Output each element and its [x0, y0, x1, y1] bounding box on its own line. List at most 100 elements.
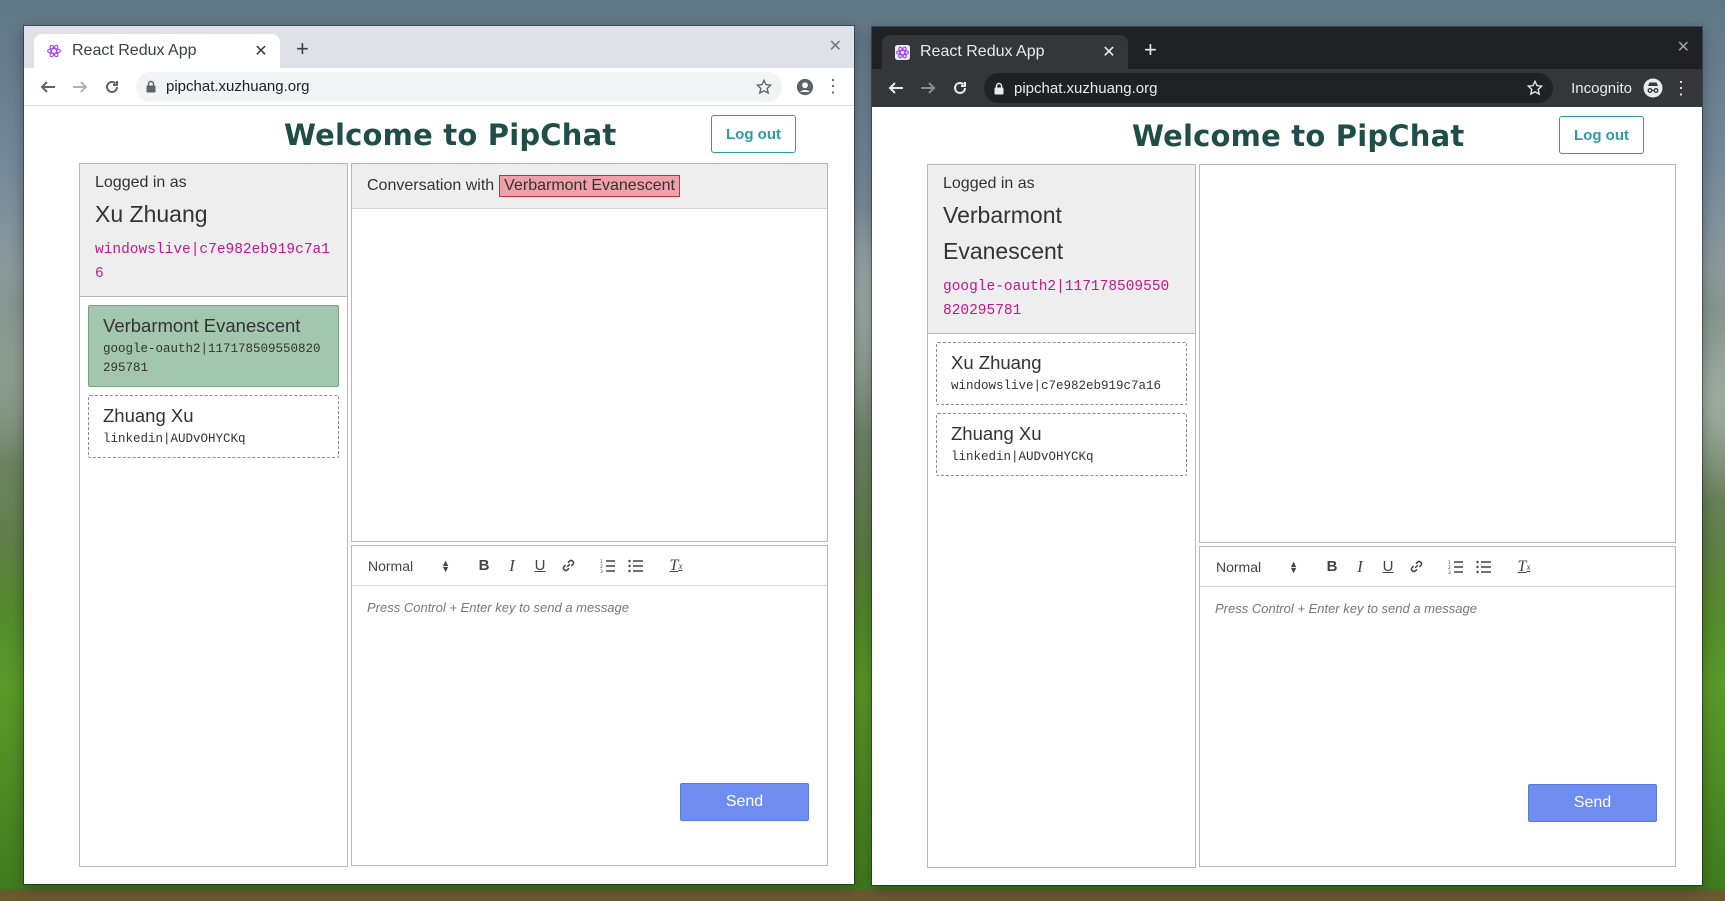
editor-placeholder: Press Control + Enter key to send a mess…: [1215, 601, 1477, 616]
clear-format-icon[interactable]: Tx: [1510, 555, 1538, 579]
contact-name: Verbarmont Evanescent: [103, 315, 301, 336]
tab-title: React Redux App: [920, 43, 1045, 60]
desktop-bottom-strip: [0, 889, 1725, 901]
link-icon[interactable]: [554, 554, 582, 578]
menu-dots-icon[interactable]: ⋮: [1668, 73, 1694, 103]
underline-icon[interactable]: U: [1374, 555, 1402, 579]
current-user-id: google-oauth2|117178509550820295781: [943, 279, 1170, 319]
contact-id: windowslive|c7e982eb919c7a16: [951, 379, 1162, 393]
incognito-label: Incognito: [1571, 79, 1632, 97]
window-close-icon[interactable]: ✕: [829, 36, 842, 56]
editor-body[interactable]: Press Control + Enter key to send a mess…: [1200, 587, 1675, 866]
tab-title: React Redux App: [72, 42, 197, 59]
page-content: Welcome to PipChat Log out Logged in as …: [24, 106, 854, 884]
conversation-panel: [1199, 164, 1676, 543]
sidebar: Logged in as Xu Zhuang windowslive|c7e98…: [79, 163, 348, 867]
conversation-partner-name: Verbarmont Evanescent: [499, 175, 680, 197]
lock-icon: [146, 80, 156, 93]
app-header: Welcome to PipChat Log out: [24, 106, 854, 160]
conversation-prefix: Conversation with: [367, 177, 495, 194]
logged-in-caption: Logged in as: [943, 175, 1035, 192]
italic-icon[interactable]: I: [498, 554, 526, 578]
contact-id: google-oauth2|117178509550820295781: [103, 342, 321, 375]
svg-text:3: 3: [600, 569, 603, 573]
browser-tab[interactable]: React Redux App ✕: [882, 35, 1128, 69]
contact-id: linkedin|AUDvOHYCKq: [951, 450, 1094, 464]
italic-icon[interactable]: I: [1346, 555, 1374, 579]
browser-window-incognito: React Redux App ✕ + ✕ pipchat.xuzhuang.o…: [872, 27, 1702, 885]
contact-name: Zhuang Xu: [951, 423, 1042, 444]
tab-close-icon[interactable]: ✕: [1100, 42, 1118, 62]
select-arrows-icon: ▲ ▼: [441, 557, 450, 574]
editor-body[interactable]: Press Control + Enter key to send a mess…: [352, 586, 827, 865]
current-user-box: Logged in as Verbarmont Evanescent googl…: [928, 165, 1195, 334]
app-title: Welcome to PipChat: [1132, 119, 1465, 153]
current-user-box: Logged in as Xu Zhuang windowslive|c7e98…: [80, 164, 347, 297]
contact-item[interactable]: Xu Zhuang windowslive|c7e982eb919c7a16: [936, 342, 1187, 405]
editor-toolbar: Normal ▲ ▼ B I U 123 Tx: [352, 546, 827, 586]
select-arrows-icon: ▲ ▼: [1289, 558, 1298, 575]
bookmark-star-icon[interactable]: [1527, 80, 1544, 96]
window-close-icon[interactable]: ✕: [1677, 37, 1690, 57]
back-arrow-icon[interactable]: [880, 72, 912, 104]
forward-arrow-icon[interactable]: [64, 71, 96, 103]
address-bar[interactable]: pipchat.xuzhuang.org: [136, 71, 782, 102]
editor-toolbar: Normal ▲ ▼ B I U 123 Tx: [1200, 547, 1675, 587]
contact-item[interactable]: Zhuang Xu linkedin|AUDvOHYCKq: [936, 413, 1187, 476]
conversation-panel: Conversation with Verbarmont Evanescent: [351, 163, 828, 542]
format-select[interactable]: Normal ▲ ▼: [368, 558, 458, 574]
contact-name: Zhuang Xu: [103, 405, 194, 426]
logout-button[interactable]: Log out: [711, 115, 796, 153]
browser-window-normal: React Redux App ✕ + ✕ pipchat.xuzhuang.o…: [24, 26, 854, 884]
url-text: pipchat.xuzhuang.org: [166, 78, 310, 95]
underline-icon[interactable]: U: [526, 554, 554, 578]
lock-icon: [994, 82, 1004, 95]
ordered-list-icon[interactable]: 123: [1442, 555, 1470, 579]
browser-toolbar: pipchat.xuzhuang.org Incognito ⋮: [872, 69, 1702, 107]
current-user-name: Xu Zhuang: [95, 201, 208, 227]
tab-strip: React Redux App ✕ + ✕: [24, 26, 854, 68]
forward-arrow-icon[interactable]: [912, 72, 944, 104]
page-content: Welcome to PipChat Log out Logged in as …: [872, 107, 1702, 885]
link-icon[interactable]: [1402, 555, 1430, 579]
incognito-icon[interactable]: [1638, 73, 1668, 103]
svg-text:3: 3: [1448, 570, 1451, 574]
new-tab-icon[interactable]: +: [296, 38, 309, 60]
current-user-id: windowslive|c7e982eb919c7a16: [95, 242, 330, 282]
editor-placeholder: Press Control + Enter key to send a mess…: [367, 600, 629, 615]
bullet-list-icon[interactable]: [1470, 555, 1498, 579]
profile-avatar-icon[interactable]: [790, 72, 820, 102]
reload-icon[interactable]: [944, 72, 976, 104]
tab-strip: React Redux App ✕ + ✕: [872, 27, 1702, 69]
contact-item[interactable]: Verbarmont Evanescent google-oauth2|1171…: [88, 305, 339, 387]
conversation-header: Conversation with Verbarmont Evanescent: [352, 164, 827, 209]
browser-tab[interactable]: React Redux App ✕: [34, 34, 280, 68]
back-arrow-icon[interactable]: [32, 71, 64, 103]
reload-icon[interactable]: [96, 71, 128, 103]
ordered-list-icon[interactable]: 123: [594, 554, 622, 578]
message-editor: Normal ▲ ▼ B I U 123 Tx Press Control + …: [351, 545, 828, 866]
contact-id: linkedin|AUDvOHYCKq: [103, 432, 246, 446]
menu-dots-icon[interactable]: ⋮: [820, 72, 846, 102]
url-text: pipchat.xuzhuang.org: [1014, 79, 1158, 97]
logout-button[interactable]: Log out: [1559, 116, 1644, 154]
sidebar: Logged in as Verbarmont Evanescent googl…: [927, 164, 1196, 868]
new-tab-icon[interactable]: +: [1144, 39, 1157, 61]
bold-icon[interactable]: B: [470, 554, 498, 578]
app-header: Welcome to PipChat Log out: [872, 107, 1702, 161]
format-select-value: Normal: [368, 557, 414, 574]
bold-icon[interactable]: B: [1318, 555, 1346, 579]
app-title: Welcome to PipChat: [284, 118, 617, 152]
format-select[interactable]: Normal ▲ ▼: [1216, 559, 1306, 575]
browser-toolbar: pipchat.xuzhuang.org ⋮: [24, 68, 854, 106]
clear-format-icon[interactable]: Tx: [662, 554, 690, 578]
bullet-list-icon[interactable]: [622, 554, 650, 578]
contact-name: Xu Zhuang: [951, 352, 1042, 373]
react-favicon-icon: [894, 44, 910, 60]
send-button[interactable]: Send: [680, 783, 809, 821]
tab-close-icon[interactable]: ✕: [252, 41, 270, 61]
bookmark-star-icon[interactable]: [756, 78, 772, 95]
send-button[interactable]: Send: [1528, 784, 1657, 822]
address-bar[interactable]: pipchat.xuzhuang.org: [984, 73, 1554, 103]
contact-item[interactable]: Zhuang Xu linkedin|AUDvOHYCKq: [88, 395, 339, 458]
